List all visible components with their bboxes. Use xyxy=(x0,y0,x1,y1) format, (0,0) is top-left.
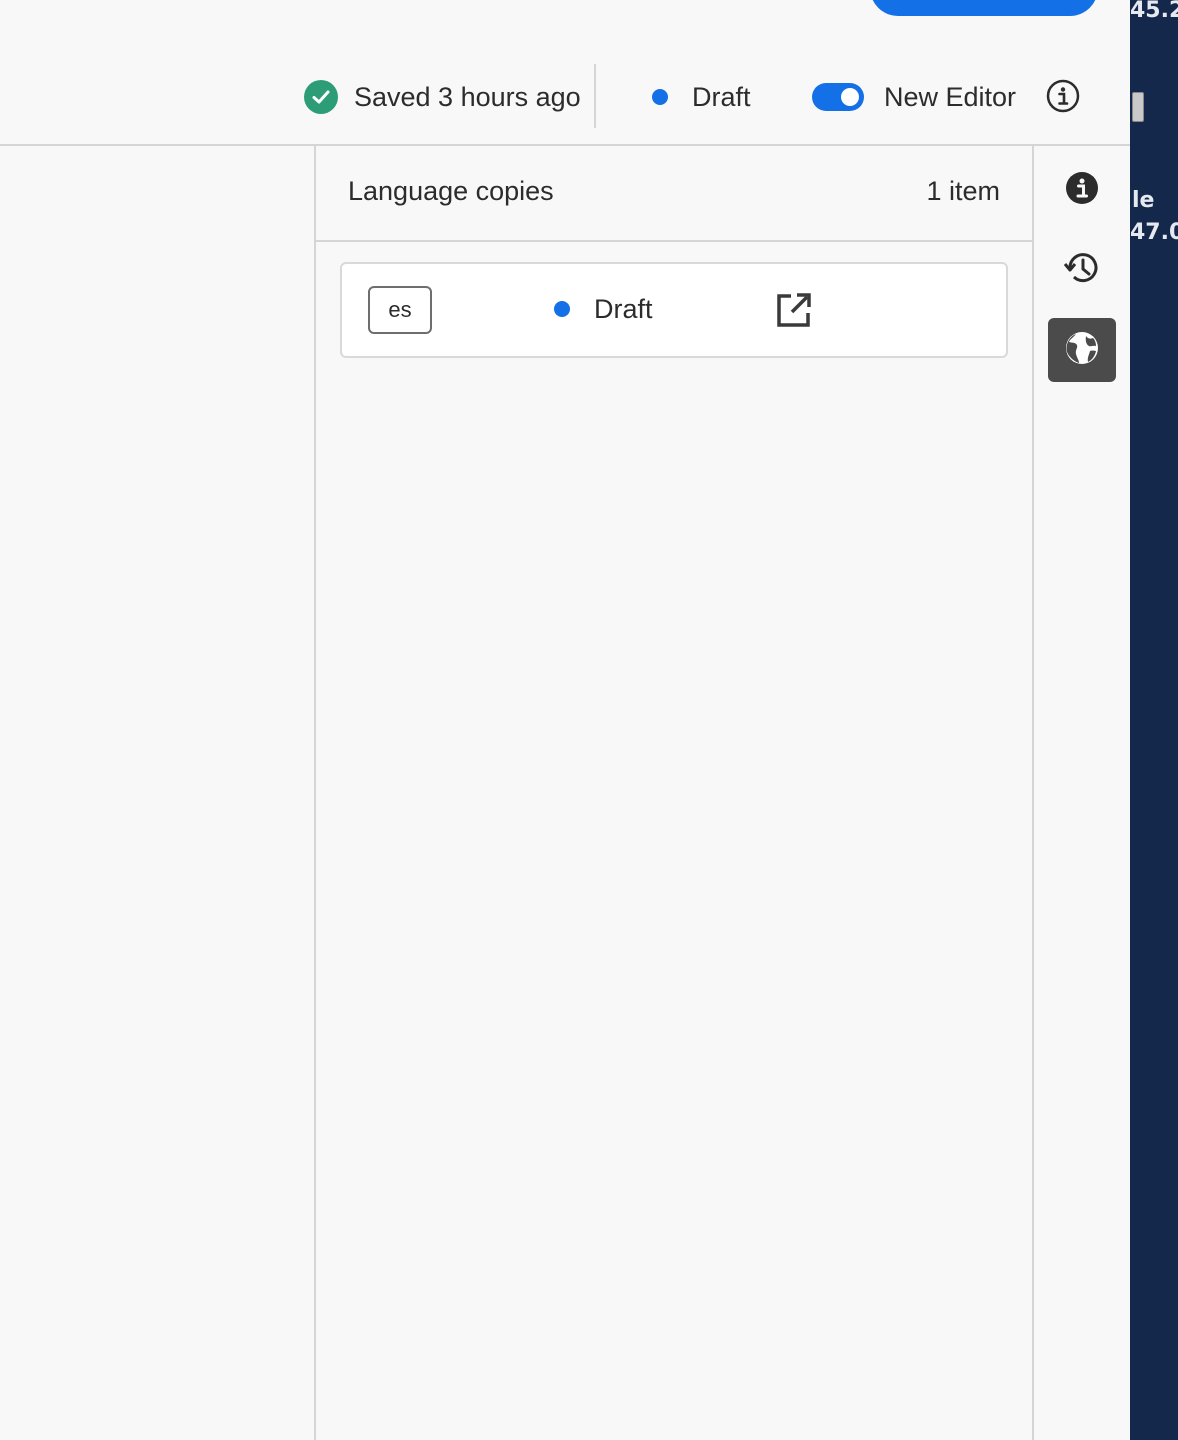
toggle-switch[interactable] xyxy=(812,83,864,111)
rail-languages-button[interactable] xyxy=(1048,318,1116,382)
primary-action-button[interactable] xyxy=(870,0,1098,16)
history-icon xyxy=(1063,249,1101,292)
panel-title: Language copies xyxy=(348,176,554,206)
status-dot-icon xyxy=(554,301,570,317)
language-copy-card[interactable]: es Draft xyxy=(340,262,1008,358)
language-copy-status-label: Draft xyxy=(594,293,653,324)
background-text: 45.2 xyxy=(1130,0,1178,23)
background-text: 47.0 xyxy=(1130,220,1178,245)
item-count: 1 item xyxy=(926,176,1000,206)
publish-status-label: Draft xyxy=(692,81,751,112)
language-copy-status: Draft xyxy=(554,292,653,326)
background-text: le xyxy=(1132,188,1155,213)
publish-status: Draft xyxy=(652,80,751,114)
divider xyxy=(594,64,596,128)
rail-info-button[interactable] xyxy=(1048,158,1116,222)
top-bar: Saved 3 hours ago Draft New Editor xyxy=(0,0,1130,146)
info-icon xyxy=(1065,171,1099,210)
language-copies-panel: Language copies 1 item es Draft xyxy=(316,146,1032,1440)
panel-header: Language copies 1 item xyxy=(316,146,1032,242)
save-status-label: Saved 3 hours ago xyxy=(354,81,581,112)
background-window: 45.2 le 47.0 xyxy=(1130,0,1178,1440)
language-tag: es xyxy=(368,286,432,334)
rail-history-button[interactable] xyxy=(1048,238,1116,302)
globe-icon xyxy=(1064,330,1100,371)
side-rail xyxy=(1034,146,1130,1440)
open-in-new-window-icon[interactable] xyxy=(776,292,812,328)
status-dot-icon xyxy=(652,89,668,105)
save-status: Saved 3 hours ago xyxy=(304,78,581,116)
background-handle xyxy=(1132,92,1144,122)
checkmark-circle-icon xyxy=(304,80,338,114)
new-editor-label: New Editor xyxy=(884,81,1017,112)
toggle-knob xyxy=(841,88,859,106)
info-icon[interactable] xyxy=(1046,79,1080,113)
new-editor-switch[interactable]: New Editor xyxy=(812,80,1016,114)
page: Saved 3 hours ago Draft New Editor Langu… xyxy=(0,0,1178,1440)
